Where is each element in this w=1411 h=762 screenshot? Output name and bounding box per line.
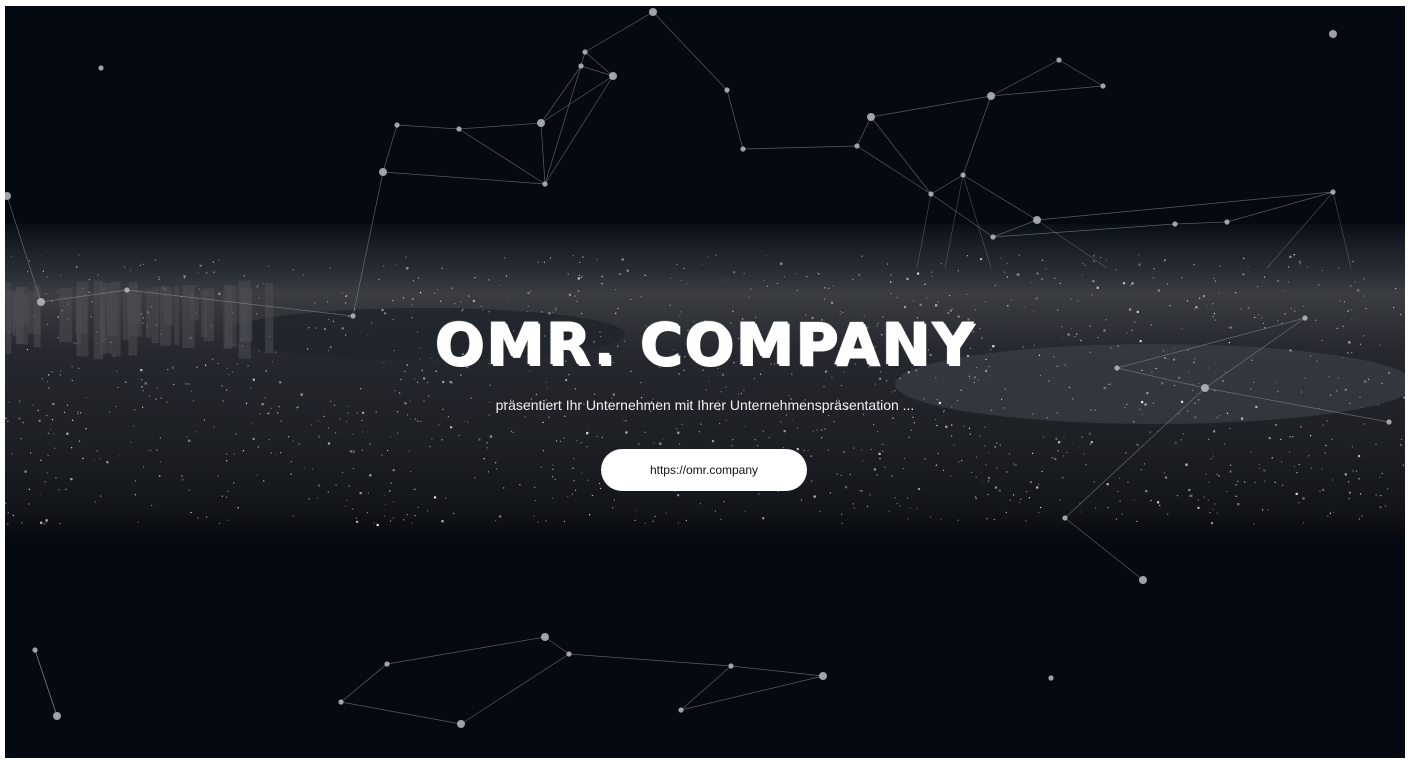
hero-subtitle: präsentiert Ihr Unternehmen mit Ihrer Un… xyxy=(495,397,915,413)
hero-content: OMR. COMPANY präsentiert Ihr Unternehmen… xyxy=(5,306,1405,414)
website-link-button[interactable]: https://omr.company xyxy=(601,449,807,491)
hero-title: OMR. COMPANY xyxy=(434,310,976,378)
hero-banner: OMR. COMPANY präsentiert Ihr Unternehmen… xyxy=(5,6,1405,758)
